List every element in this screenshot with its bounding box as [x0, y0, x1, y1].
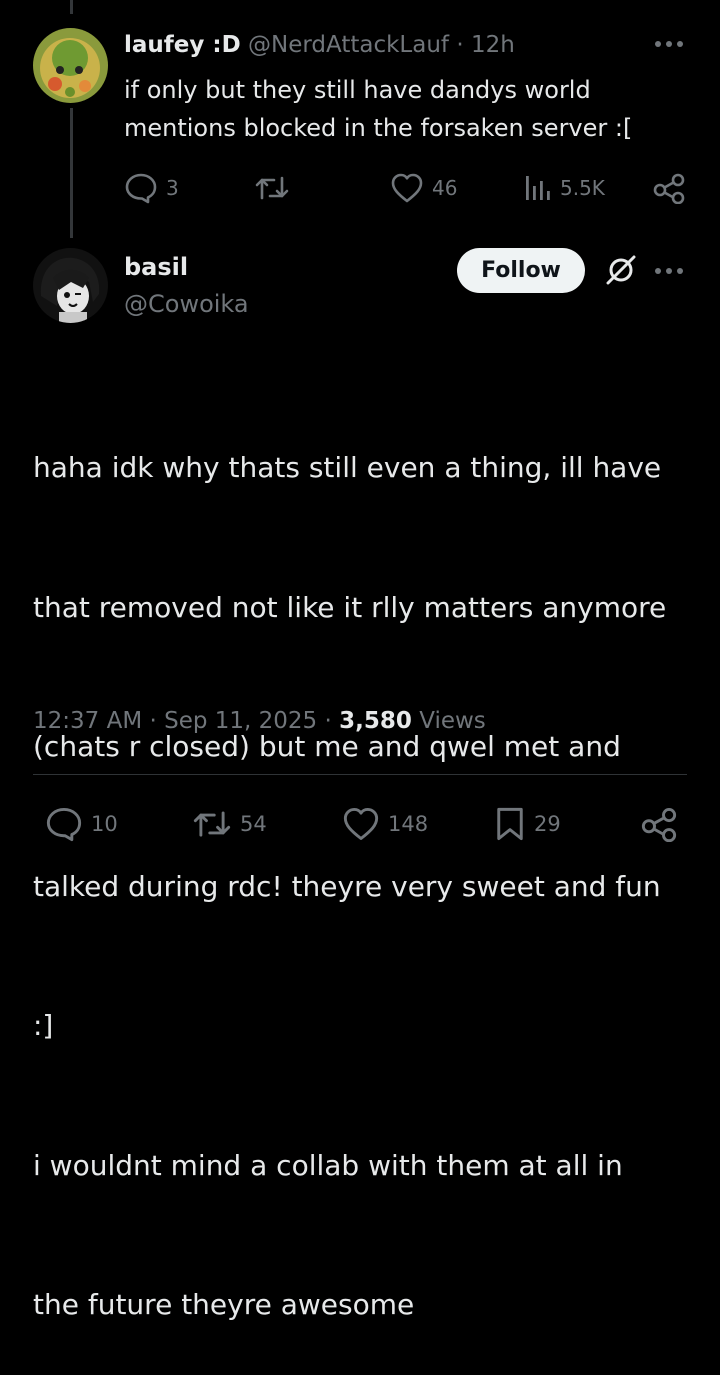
separator: ·	[456, 32, 464, 58]
reply-header: laufey :D @NerdAttackLauf · 12h	[124, 32, 515, 58]
handle[interactable]: @NerdAttackLauf	[248, 32, 449, 58]
reply-text: if only but they still have dandys world…	[124, 71, 632, 147]
follow-button[interactable]: Follow	[457, 248, 585, 293]
comment-icon	[124, 172, 158, 204]
reply-text-line: mentions blocked in the forsaken server …	[124, 114, 633, 142]
separator: ·	[149, 708, 157, 734]
views-count: 3,580	[339, 708, 412, 734]
views-button[interactable]: 5.5K	[522, 172, 605, 204]
heart-icon	[390, 172, 424, 204]
tweet-text-line: that removed not like it rlly matters an…	[33, 590, 667, 624]
tweet-meta: 12:37 AM · Sep 11, 2025 · 3,580 Views	[33, 708, 486, 734]
comment-icon	[45, 806, 83, 842]
like-count: 148	[388, 812, 429, 836]
views-count: 5.5K	[560, 176, 605, 200]
like-button[interactable]: 148	[342, 806, 428, 842]
bookmark-icon	[494, 806, 526, 842]
reply-button[interactable]: 10	[45, 806, 118, 842]
repost-count: 54	[240, 812, 267, 836]
heart-icon	[342, 806, 380, 842]
share-icon[interactable]	[652, 172, 686, 204]
tweet-date[interactable]: Sep 11, 2025	[164, 708, 317, 734]
repost-button[interactable]	[254, 172, 290, 204]
like-button[interactable]: 46	[390, 172, 457, 204]
bookmark-count: 29	[534, 812, 561, 836]
tweet-text-line: i wouldnt mind a collab with them at all…	[33, 1148, 623, 1182]
share-icon[interactable]	[640, 806, 678, 842]
avatar[interactable]	[33, 248, 108, 323]
more-options-icon[interactable]	[654, 38, 684, 50]
thread-line	[70, 108, 73, 238]
tweet-text-line: talked during rdc! theyre very sweet and…	[33, 869, 661, 903]
display-name[interactable]: basil	[124, 253, 188, 281]
like-count: 46	[432, 176, 458, 200]
views-label: Views	[419, 708, 486, 734]
reply-text-line: if only but they still have dandys world	[124, 76, 591, 104]
display-name[interactable]: laufey :D	[124, 32, 241, 58]
tweet-text: haha idk why thats still even a thing, i…	[33, 352, 693, 1375]
repost-button[interactable]: 54	[192, 806, 267, 842]
bookmark-button[interactable]: 29	[494, 806, 561, 842]
repost-icon	[192, 806, 232, 842]
repost-icon	[254, 172, 290, 204]
reply-count: 10	[91, 812, 118, 836]
thread-line-top	[70, 0, 73, 14]
more-options-icon[interactable]	[654, 265, 684, 277]
reply-count: 3	[166, 176, 179, 200]
tweet-text-line: :]	[33, 1009, 54, 1042]
avatar[interactable]	[33, 28, 108, 103]
analytics-icon	[522, 172, 552, 204]
tweet-time[interactable]: 12:37 AM	[33, 708, 142, 734]
divider	[33, 774, 687, 775]
tweet-text-line: the future theyre awesome	[33, 1288, 415, 1321]
reply-button[interactable]: 3	[124, 172, 179, 204]
tweet-text-line: haha idk why thats still even a thing, i…	[33, 451, 662, 484]
handle[interactable]: @Cowoika	[124, 290, 249, 318]
separator: ·	[324, 708, 332, 734]
grok-icon[interactable]	[604, 253, 638, 287]
timestamp[interactable]: 12h	[471, 32, 515, 58]
